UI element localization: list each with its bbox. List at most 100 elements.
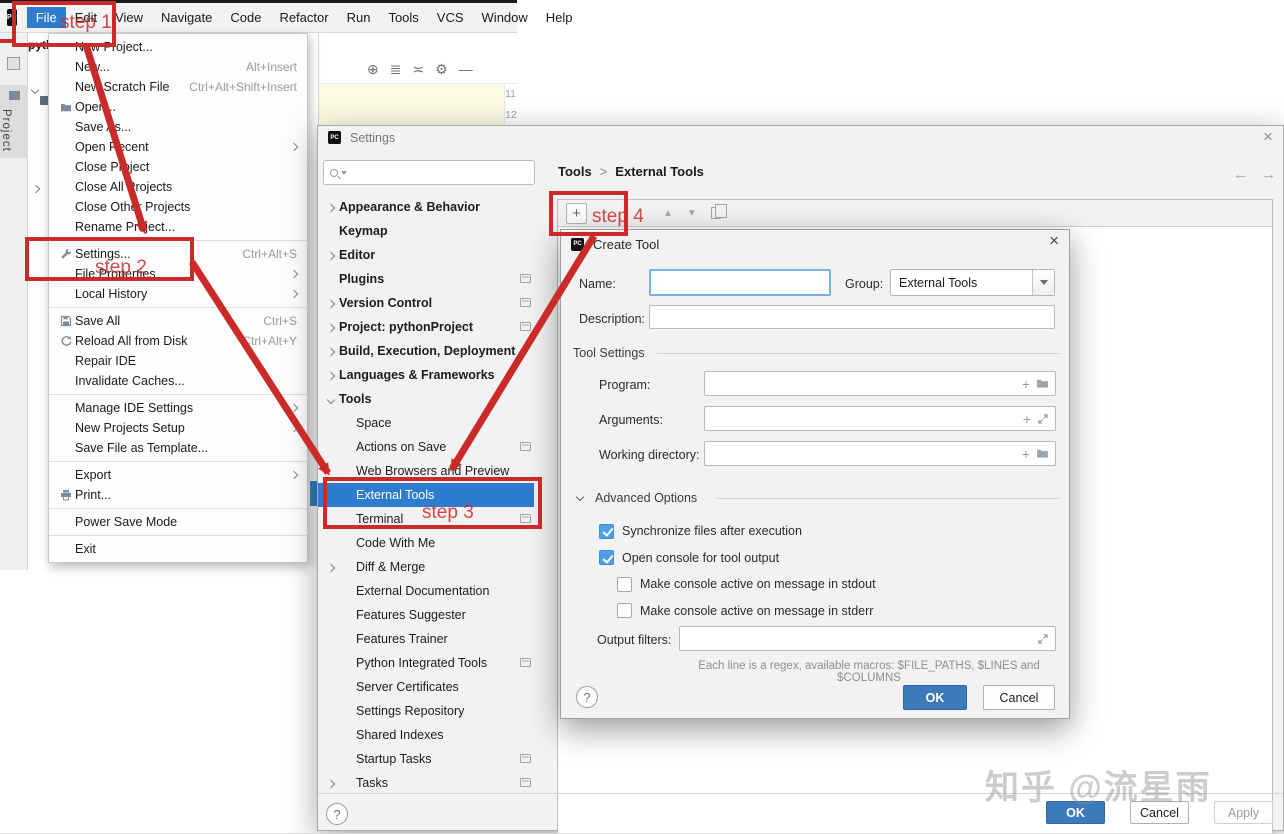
name-field[interactable]: [649, 269, 831, 296]
menu-item-invalidate-caches[interactable]: Invalidate Caches...: [49, 371, 307, 391]
settings-tree-item-python-integrated-tools[interactable]: Python Integrated Tools: [318, 651, 541, 675]
settings-search-input[interactable]: [323, 160, 535, 185]
working-directory-field[interactable]: +: [704, 441, 1056, 466]
settings-tree-item-diff-merge[interactable]: Diff & Merge: [318, 555, 541, 579]
settings-tree-item-terminal[interactable]: Terminal: [318, 507, 541, 531]
settings-tree-item-tools[interactable]: Tools: [318, 387, 541, 411]
settings-tree-item-space[interactable]: Space: [318, 411, 541, 435]
menubar-item-file[interactable]: File: [26, 7, 66, 28]
menu-item-new-project[interactable]: New Project...: [49, 37, 307, 57]
checkbox-unchecked-icon[interactable]: [617, 576, 632, 592]
locate-icon[interactable]: ⊕: [367, 61, 379, 78]
menubar-item-code[interactable]: Code: [221, 7, 270, 28]
close-icon[interactable]: ×: [1049, 231, 1059, 251]
browse-folder-icon[interactable]: [1036, 448, 1049, 459]
cancel-button[interactable]: Cancel: [983, 685, 1055, 710]
output-filters-field[interactable]: [679, 626, 1056, 651]
menubar-item-run[interactable]: Run: [338, 7, 380, 28]
menu-item-close-all-projects[interactable]: Close All Projects: [49, 177, 307, 197]
chevron-down-icon[interactable]: [326, 392, 336, 406]
checkbox-row-open-console-for-tool-output[interactable]: Open console for tool output: [599, 545, 1029, 572]
description-input[interactable]: [652, 308, 1050, 326]
back-arrow-icon[interactable]: ←: [1233, 166, 1248, 183]
chevron-right-icon[interactable]: [31, 184, 41, 194]
insert-macro-icon[interactable]: +: [1023, 411, 1031, 427]
arguments-input[interactable]: [707, 409, 1015, 428]
settings-tree-item-editor[interactable]: Editor: [318, 243, 541, 267]
menu-item-export[interactable]: Export: [49, 465, 307, 485]
menu-item-power-save-mode[interactable]: Power Save Mode: [49, 512, 307, 532]
menu-item-local-history[interactable]: Local History: [49, 284, 307, 304]
advanced-options-section-label[interactable]: Advanced Options: [595, 491, 697, 505]
menu-item-new-scratch-file[interactable]: New Scratch File Ctrl+Alt+Shift+Insert: [49, 77, 307, 97]
menu-item-print[interactable]: Print...: [49, 485, 307, 505]
chevron-right-icon[interactable]: [326, 320, 336, 334]
insert-macro-icon[interactable]: +: [1022, 446, 1030, 462]
settings-tree-item-features-trainer[interactable]: Features Trainer: [318, 627, 541, 651]
output-filters-input[interactable]: [682, 629, 1015, 648]
insert-macro-icon[interactable]: +: [1022, 376, 1030, 392]
menu-item-save-all[interactable]: Save All Ctrl+S: [49, 311, 307, 331]
advanced-options-collapse-icon[interactable]: [575, 492, 585, 502]
settings-title-bar[interactable]: PC Settings ×: [318, 126, 1283, 149]
settings-tree-item-project-pythonproject[interactable]: Project: pythonProject: [318, 315, 541, 339]
menu-item-rename-project[interactable]: Rename Project...: [49, 217, 307, 237]
arguments-field[interactable]: +: [704, 406, 1056, 431]
add-tool-button[interactable]: +: [566, 202, 587, 224]
menubar-item-vcs[interactable]: VCS: [428, 7, 473, 28]
settings-tree-item-languages-frameworks[interactable]: Languages & Frameworks: [318, 363, 541, 387]
copy-icon[interactable]: [710, 204, 727, 219]
help-button[interactable]: ?: [576, 686, 598, 708]
menubar-item-refactor[interactable]: Refactor: [270, 7, 337, 28]
settings-tree-item-appearance-behavior[interactable]: Appearance & Behavior: [318, 195, 541, 219]
menu-item-file-properties[interactable]: File Properties: [49, 264, 307, 284]
program-input[interactable]: [707, 374, 1015, 393]
working-directory-input[interactable]: [707, 444, 1015, 463]
checkbox-row-make-console-active-on-message-in-stdout[interactable]: Make console active on message in stdout: [617, 571, 1029, 598]
chevron-right-icon[interactable]: [326, 776, 336, 790]
menu-item-new[interactable]: New... Alt+Insert: [49, 57, 307, 77]
expand-field-icon[interactable]: [1037, 633, 1049, 645]
settings-tree-item-web-browsers-and-preview[interactable]: Web Browsers and Preview: [318, 459, 541, 483]
checkbox-checked-icon[interactable]: [599, 550, 614, 566]
menu-item-exit[interactable]: Exit: [49, 539, 307, 559]
ok-button[interactable]: OK: [903, 685, 967, 710]
create-tool-title-bar[interactable]: PC Create Tool ×: [561, 230, 1069, 258]
expand-field-icon[interactable]: [1037, 413, 1049, 425]
cancel-button[interactable]: Cancel: [1130, 801, 1189, 824]
menu-item-save-file-as-template[interactable]: Save File as Template...: [49, 438, 307, 458]
checkbox-row-make-console-active-on-message-in-stderr[interactable]: Make console active on message in stderr: [617, 598, 1029, 625]
menu-item-close-other-projects[interactable]: Close Other Projects: [49, 197, 307, 217]
menu-item-manage-ide-settings[interactable]: Manage IDE Settings: [49, 398, 307, 418]
settings-tree-item-shared-indexes[interactable]: Shared Indexes: [318, 723, 541, 747]
description-field[interactable]: [649, 305, 1055, 329]
checkbox-unchecked-icon[interactable]: [617, 603, 632, 619]
settings-tree-item-keymap[interactable]: Keymap: [318, 219, 541, 243]
forward-arrow-icon[interactable]: →: [1261, 166, 1276, 183]
settings-tree-item-build-execution-deployment[interactable]: Build, Execution, Deployment: [318, 339, 541, 363]
menu-item-close-project[interactable]: Close Project: [49, 157, 307, 177]
browse-folder-icon[interactable]: [1036, 378, 1049, 389]
menu-item-open-recent[interactable]: Open Recent: [49, 137, 307, 157]
ok-button[interactable]: OK: [1046, 801, 1105, 824]
chevron-right-icon[interactable]: [326, 560, 336, 574]
menu-item-new-projects-setup[interactable]: New Projects Setup: [49, 418, 307, 438]
expand-all-icon[interactable]: ≣: [390, 61, 402, 78]
move-down-icon[interactable]: ▼: [687, 208, 697, 219]
chevron-right-icon[interactable]: [326, 200, 336, 214]
settings-tree-item-code-with-me[interactable]: Code With Me: [318, 531, 541, 555]
menubar-item-navigate[interactable]: Navigate: [152, 7, 221, 28]
checkbox-checked-icon[interactable]: [599, 523, 614, 539]
menubar-item-window[interactable]: Window: [473, 7, 537, 28]
settings-tree-item-plugins[interactable]: Plugins: [318, 267, 541, 291]
breadcrumb-section[interactable]: Tools: [558, 164, 592, 179]
settings-tree-item-actions-on-save[interactable]: Actions on Save: [318, 435, 541, 459]
group-combobox[interactable]: External Tools: [890, 269, 1055, 296]
chevron-right-icon[interactable]: [326, 368, 336, 382]
name-input[interactable]: [653, 273, 825, 292]
settings-tree-item-features-suggester[interactable]: Features Suggester: [318, 603, 541, 627]
menu-item-open[interactable]: Open...: [49, 97, 307, 117]
settings-tree-item-tasks[interactable]: Tasks: [318, 771, 541, 795]
settings-tree-item-external-documentation[interactable]: External Documentation: [318, 579, 541, 603]
tool-window-icon[interactable]: [7, 57, 20, 70]
